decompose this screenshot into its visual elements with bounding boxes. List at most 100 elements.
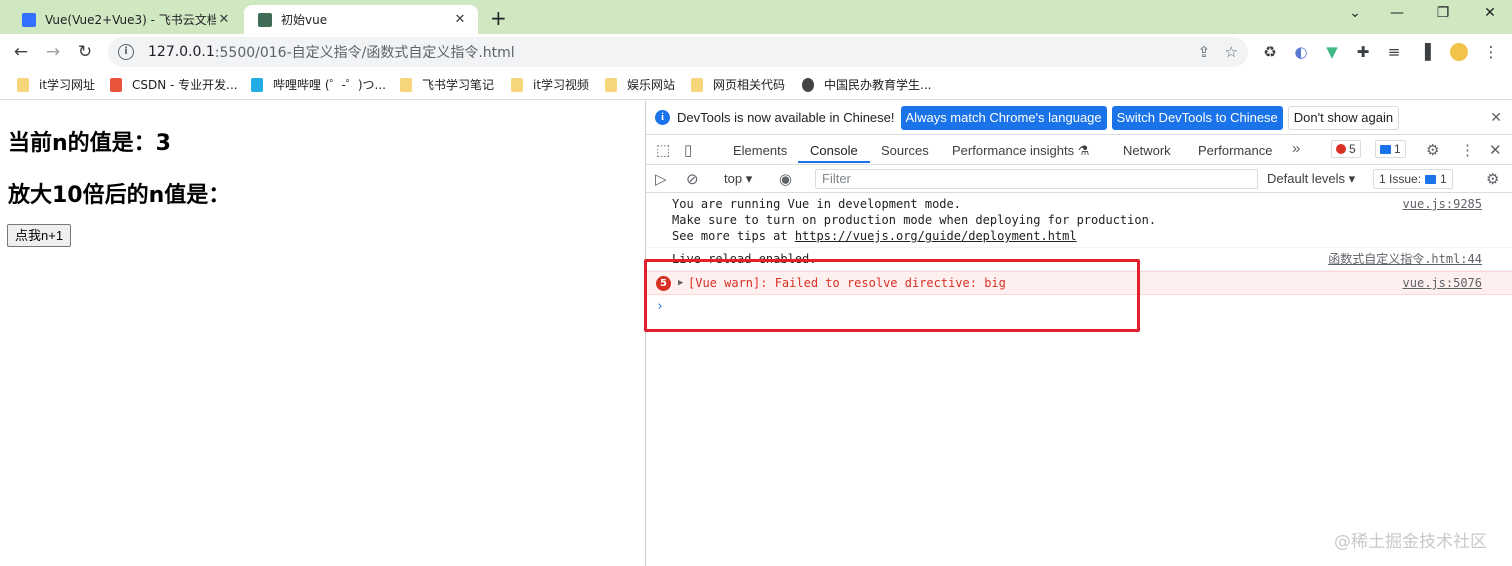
close-icon[interactable]: ✕ bbox=[1490, 109, 1502, 126]
match-language-button[interactable]: Always match Chrome's language bbox=[900, 105, 1107, 130]
bookmark-entertainment[interactable]: 娱乐网站 bbox=[605, 76, 675, 93]
folder-icon bbox=[17, 77, 29, 92]
infobar-text: DevTools is now available in Chinese! bbox=[677, 110, 895, 125]
page-viewport: 当前n的值是：3 放大10倍后的n值是： 点我n+1 bbox=[0, 101, 645, 566]
message-text: See more tips at bbox=[672, 229, 795, 243]
bookmark-csdn[interactable]: CSDN - 专业开发... bbox=[110, 76, 238, 93]
globe-icon bbox=[802, 77, 814, 92]
tab-network[interactable]: Network bbox=[1123, 143, 1171, 158]
info-icon[interactable]: i bbox=[118, 44, 134, 60]
info-icon: i bbox=[655, 110, 670, 125]
chevron-down-icon[interactable]: ⌄ bbox=[1343, 5, 1367, 21]
tab-console[interactable]: Console bbox=[810, 143, 858, 158]
devtools-tabs: ⬚ ▯ Elements Console Sources Performance… bbox=[646, 135, 1512, 165]
eye-icon[interactable]: ◉ bbox=[779, 170, 792, 188]
devtools-panel: i DevTools is now available in Chinese! … bbox=[645, 101, 1512, 566]
extension-icon[interactable]: ◐ bbox=[1292, 43, 1310, 61]
message-line: See more tips at https://vuejs.org/guide… bbox=[672, 228, 1512, 244]
increment-button[interactable]: 点我n+1 bbox=[7, 224, 72, 247]
recycle-icon[interactable]: ♻ bbox=[1261, 43, 1279, 61]
close-icon[interactable]: ✕ bbox=[216, 12, 232, 27]
doc-icon bbox=[22, 12, 36, 27]
bookmark-label: 中国民办教育学生... bbox=[824, 78, 932, 92]
n-value-heading: 当前n的值是：3 bbox=[8, 131, 171, 156]
switch-chinese-button[interactable]: Switch DevTools to Chinese bbox=[1111, 105, 1283, 130]
bookmark-feishu-notes[interactable]: 飞书学习笔记 bbox=[400, 76, 494, 93]
folder-icon bbox=[691, 77, 703, 92]
flask-icon: ⚗ bbox=[1077, 143, 1090, 158]
forward-icon[interactable]: → bbox=[41, 40, 65, 64]
bookmarks-bar: it学习网址 CSDN - 专业开发... 哔哩哔哩 (゜-゜)つ... 飞书学… bbox=[0, 70, 1512, 100]
levels-label: Default levels bbox=[1267, 171, 1346, 186]
bookmark-education[interactable]: 中国民办教育学生... bbox=[802, 76, 931, 93]
window-close-icon[interactable]: ✕ bbox=[1478, 5, 1502, 21]
error-count-badge[interactable]: 5 bbox=[1331, 140, 1361, 158]
tab-title: 初始vue bbox=[281, 13, 328, 27]
bookmark-label: 娱乐网站 bbox=[627, 78, 676, 92]
annotation-highlight-box bbox=[644, 259, 1140, 332]
bookmark-it-videos[interactable]: it学习视频 bbox=[511, 76, 589, 93]
bookmark-label: it学习网址 bbox=[39, 78, 96, 92]
dont-show-again-button[interactable]: Don't show again bbox=[1287, 105, 1400, 130]
avatar[interactable] bbox=[1450, 43, 1468, 61]
console-toolbar: ▷ ⊘ top ▾ ◉ Filter Default levels ▾ 1 Is… bbox=[646, 165, 1512, 193]
inspect-icon[interactable]: ⬚ bbox=[656, 141, 670, 159]
address-bar[interactable]: i 127.0.0.1:5500/016-自定义指令/函数式自定义指令.html… bbox=[108, 37, 1248, 67]
context-label: top bbox=[724, 171, 743, 186]
tab-elements[interactable]: Elements bbox=[733, 143, 787, 158]
deployment-link[interactable]: https://vuejs.org/guide/deployment.html bbox=[795, 229, 1077, 243]
filter-input[interactable]: Filter bbox=[815, 169, 1258, 189]
new-tab-button[interactable]: + bbox=[490, 6, 507, 30]
gear-icon[interactable]: ⚙ bbox=[1426, 141, 1439, 159]
browser-tab-feishu[interactable]: Vue(Vue2+Vue3) - 飞书云文档 ✕ bbox=[8, 5, 242, 34]
source-link[interactable]: vue.js:5076 bbox=[1403, 275, 1482, 291]
more-tabs-icon[interactable]: » bbox=[1292, 140, 1300, 157]
vue-icon bbox=[258, 12, 272, 27]
gear-icon[interactable]: ⚙ bbox=[1486, 170, 1499, 188]
tab-sources[interactable]: Sources bbox=[881, 143, 929, 158]
tab-performance[interactable]: Performance bbox=[1198, 143, 1272, 158]
restore-icon[interactable]: ❐ bbox=[1431, 5, 1455, 21]
error-icon bbox=[1336, 144, 1346, 154]
clear-console-icon[interactable]: ⊘ bbox=[686, 170, 699, 188]
url-host: 127.0.0.1 bbox=[148, 44, 215, 60]
folder-icon bbox=[400, 77, 412, 92]
log-levels-dropdown[interactable]: Default levels ▾ bbox=[1267, 171, 1355, 187]
vue-devtools-icon[interactable]: ▼ bbox=[1323, 43, 1341, 61]
puzzle-icon[interactable]: ✚ bbox=[1354, 43, 1372, 61]
tab-performance-insights[interactable]: Performance insights ⚗ bbox=[952, 143, 1089, 159]
source-link[interactable]: 函数式自定义指令.html:44 bbox=[1328, 251, 1482, 267]
error-count: 5 bbox=[1349, 142, 1356, 156]
minimize-icon[interactable]: — bbox=[1385, 5, 1409, 21]
kebab-menu-icon[interactable]: ⋮ bbox=[1460, 141, 1475, 159]
bookmark-label: CSDN - 专业开发... bbox=[132, 78, 238, 92]
bookmark-bilibili[interactable]: 哔哩哔哩 (゜-゜)つ... bbox=[251, 76, 386, 93]
message-count: 1 bbox=[1394, 142, 1401, 156]
browser-tab-vue[interactable]: 初始vue ✕ bbox=[244, 5, 478, 34]
message-icon bbox=[1425, 174, 1437, 184]
close-icon[interactable]: ✕ bbox=[452, 12, 468, 27]
share-star-icons[interactable]: ⇪ ☆ bbox=[1198, 43, 1238, 61]
issues-button[interactable]: 1 Issue: 1 bbox=[1373, 169, 1453, 189]
bookmark-web-code[interactable]: 网页相关代码 bbox=[691, 76, 785, 93]
sidepanel-icon[interactable]: ▐ bbox=[1416, 43, 1434, 61]
bookmark-it-sites[interactable]: it学习网址 bbox=[17, 76, 95, 93]
tab-label: Performance insights bbox=[952, 143, 1075, 158]
media-icon[interactable]: ≡ bbox=[1385, 43, 1403, 61]
context-selector[interactable]: top ▾ bbox=[724, 171, 752, 187]
close-devtools-icon[interactable]: ✕ bbox=[1489, 141, 1502, 159]
back-icon[interactable]: ← bbox=[9, 40, 33, 64]
language-infobar: i DevTools is now available in Chinese! … bbox=[646, 101, 1512, 135]
browser-toolbar: ← → ↻ i 127.0.0.1:5500/016-自定义指令/函数式自定义指… bbox=[0, 34, 1512, 70]
issues-count: 1 bbox=[1440, 172, 1447, 186]
tab-title: Vue(Vue2+Vue3) - 飞书云文档 bbox=[45, 13, 216, 27]
reload-icon[interactable]: ↻ bbox=[73, 40, 97, 64]
folder-icon bbox=[511, 77, 523, 92]
message-line: You are running Vue in development mode. bbox=[672, 197, 961, 211]
menu-icon[interactable]: ⋮ bbox=[1482, 43, 1500, 61]
device-toolbar-icon[interactable]: ▯ bbox=[684, 141, 692, 159]
sidebar-toggle-icon[interactable]: ▷ bbox=[655, 170, 667, 188]
message-count-badge[interactable]: 1 bbox=[1375, 140, 1406, 158]
source-link[interactable]: vue.js:9285 bbox=[1403, 196, 1482, 212]
url-path: :5500/016-自定义指令/函数式自定义指令.html bbox=[214, 45, 515, 61]
